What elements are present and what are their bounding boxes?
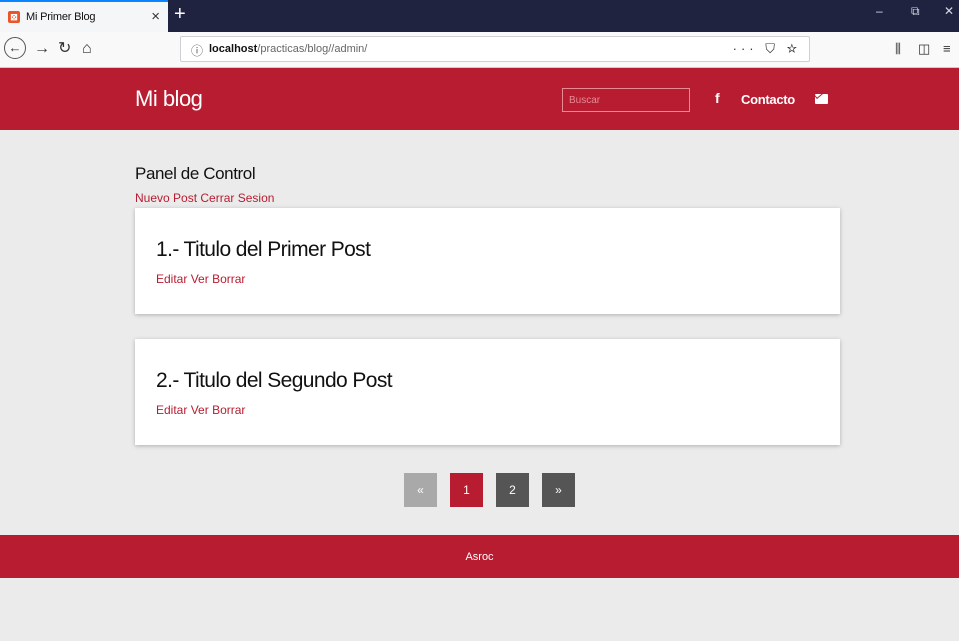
browser-nav-bar: ← → ↻ ⌂ ⓘ localhost/practicas/blog//admi… bbox=[0, 32, 959, 68]
post-card: 1.- Titulo del Primer Post Editar Ver Bo… bbox=[135, 208, 840, 314]
post-actions: Editar Ver Borrar bbox=[156, 403, 245, 417]
tab-title: Mi Primer Blog bbox=[26, 11, 96, 23]
site-info-icon[interactable]: ⓘ bbox=[191, 42, 203, 59]
minimize-icon[interactable]: – bbox=[876, 4, 883, 18]
footer-text: Asroc bbox=[465, 551, 494, 563]
menu-icon[interactable]: ≡ bbox=[943, 41, 951, 56]
edit-post-link[interactable]: Editar bbox=[156, 403, 187, 417]
delete-post-link[interactable]: Borrar bbox=[212, 272, 245, 286]
back-arrow-icon[interactable]: ← bbox=[4, 37, 26, 59]
url-actions-icons[interactable]: ··· ⛉ ☆ bbox=[733, 41, 801, 57]
panel-links: Nuevo Post Cerrar Sesion bbox=[135, 191, 274, 205]
library-icon[interactable]: ⫼ bbox=[895, 41, 901, 57]
new-post-link[interactable]: Nuevo Post bbox=[135, 191, 197, 205]
post-title: 1.- Titulo del Primer Post bbox=[156, 238, 371, 261]
post-title: 2.- Titulo del Segundo Post bbox=[156, 369, 393, 392]
browser-tab-bar: ⊠ Mi Primer Blog × + – ⧉ ✕ bbox=[0, 0, 959, 32]
tab-close-icon[interactable]: × bbox=[151, 8, 160, 26]
forward-arrow-icon[interactable]: → bbox=[34, 39, 50, 59]
post-actions: Editar Ver Borrar bbox=[156, 272, 245, 286]
pagination-page-1[interactable]: 1 bbox=[450, 473, 483, 507]
envelope-icon[interactable] bbox=[815, 94, 828, 104]
restore-icon[interactable]: ⧉ bbox=[911, 4, 920, 19]
site-header: Mi blog f Contacto bbox=[0, 68, 959, 130]
url-bar[interactable]: ⓘ localhost/practicas/blog//admin/ ··· ⛉… bbox=[180, 36, 810, 62]
browser-tab[interactable]: ⊠ Mi Primer Blog × bbox=[0, 0, 168, 32]
site-footer: Asroc bbox=[0, 535, 959, 578]
sidebar-icon[interactable]: ◫ bbox=[918, 41, 930, 57]
facebook-icon[interactable]: f bbox=[715, 90, 720, 106]
pagination-next-button[interactable]: » bbox=[542, 473, 575, 507]
close-window-icon[interactable]: ✕ bbox=[944, 4, 954, 18]
reload-icon[interactable]: ↻ bbox=[58, 39, 71, 59]
site-favicon-icon: ⊠ bbox=[8, 11, 20, 23]
pagination-page-2[interactable]: 2 bbox=[496, 473, 529, 507]
contact-link[interactable]: Contacto bbox=[741, 92, 795, 107]
new-tab-button[interactable]: + bbox=[174, 2, 186, 26]
logout-link[interactable]: Cerrar Sesion bbox=[200, 191, 274, 205]
page-title: Panel de Control bbox=[135, 164, 256, 183]
url-text[interactable]: localhost/practicas/blog//admin/ bbox=[209, 43, 367, 55]
delete-post-link[interactable]: Borrar bbox=[212, 403, 245, 417]
home-icon[interactable]: ⌂ bbox=[82, 39, 92, 59]
post-card: 2.- Titulo del Segundo Post Editar Ver B… bbox=[135, 339, 840, 445]
edit-post-link[interactable]: Editar bbox=[156, 272, 187, 286]
site-logo[interactable]: Mi blog bbox=[135, 86, 203, 112]
view-post-link[interactable]: Ver bbox=[191, 272, 209, 286]
search-input[interactable] bbox=[562, 88, 690, 112]
view-post-link[interactable]: Ver bbox=[191, 403, 209, 417]
pagination-prev-button[interactable]: « bbox=[404, 473, 437, 507]
pagination: « 1 2 » bbox=[404, 473, 575, 507]
